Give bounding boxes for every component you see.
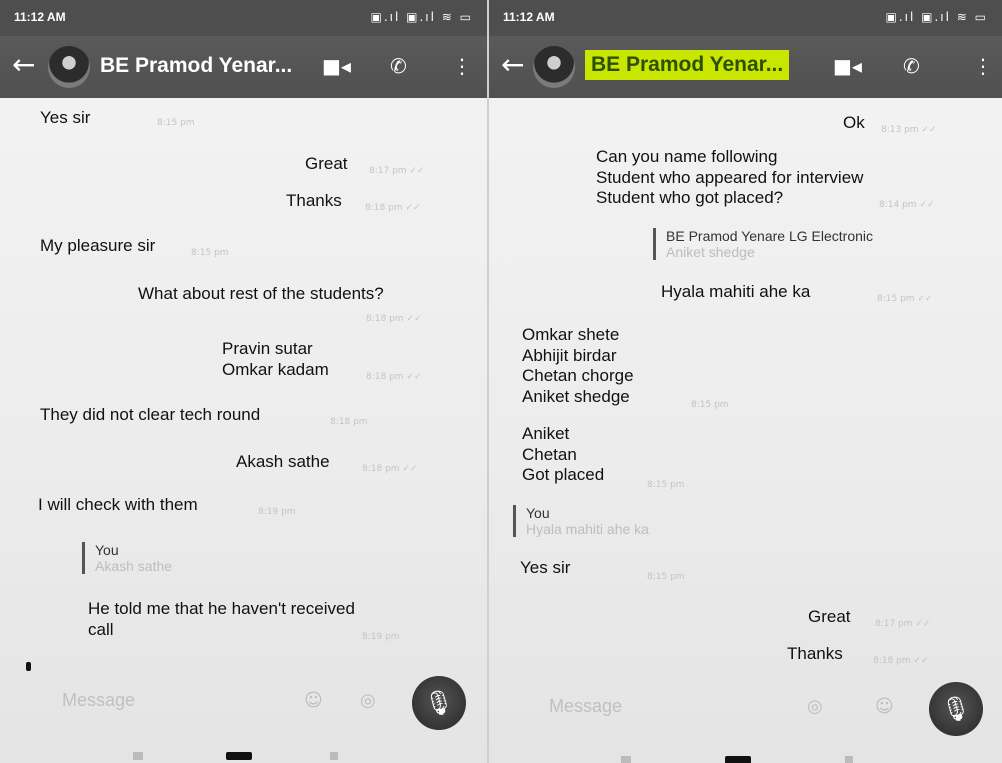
video-call-icon[interactable]: ■◂ [322,54,351,78]
message-time: 8:15 pm ✓✓ [877,294,933,304]
nav-recent-button[interactable] [133,752,143,760]
status-icons: ▣.ıl ▣.ıl ≋ ▭ [885,10,988,24]
nav-back-button[interactable] [330,752,338,760]
video-call-icon[interactable]: ■◂ [833,54,862,78]
message-text: Great [305,154,348,173]
message-time: 8:18 pm ✓✓ [362,464,418,474]
message-time: 8:18 pm ✓✓ [873,656,929,666]
message-text: Omkar shete Abhijit birdar Chetan chorge… [522,325,634,406]
message-time: 8:19 pm [362,632,400,642]
message-time: 8:18 pm ✓✓ [365,203,421,213]
quoted-reply: You Akash sathe [82,542,172,574]
nav-home-button[interactable] [226,752,252,760]
nav-back-button[interactable] [845,756,853,763]
back-arrow-icon[interactable]: ← [501,50,524,80]
status-icons: ▣.ıl ▣.ıl ≋ ▭ [370,10,473,24]
emoji-icon[interactable]: ☺ [875,696,894,717]
scroll-indicator [26,662,31,671]
phone-call-icon[interactable]: ✆ [903,54,920,78]
message-time: 8:17 pm ✓✓ [875,619,931,629]
message-text: Thanks [787,644,843,663]
microphone-icon[interactable]: 🎙 [412,676,466,730]
message-text: He told me that he haven't received call [88,599,355,639]
message-time: 8:13 pm ✓✓ [881,125,937,135]
status-time: 11:12 AM [14,10,66,24]
message-input[interactable]: Message [62,690,135,711]
quote-text: Aniket shedge [666,244,755,260]
status-bar: 11:12 AM ▣.ıl ▣.ıl ≋ ▭ [0,0,487,36]
message-text: Yes sir [40,108,91,127]
message-time: 8:15 pm [647,480,685,490]
nav-recent-button[interactable] [621,756,631,763]
microphone-icon[interactable]: 🎙 [929,682,983,736]
avatar[interactable] [48,46,90,88]
message-text: Great [808,607,851,626]
message-time: 8:18 pm ✓✓ [366,372,422,382]
message-time: 8:15 pm [691,400,729,410]
message-time: 8:18 pm ✓✓ [366,314,422,324]
chat-title[interactable]: BE Pramod Yenar... [100,54,292,78]
message-time: 8:15 pm [647,572,685,582]
quote-author: BE Pramod Yenare LG Electronic [666,228,874,244]
quote-text: Hyala mahiti ahe ka [526,521,649,537]
more-options-icon[interactable]: ⋮ [973,54,993,78]
message-text: Ok [843,113,865,132]
status-time: 11:12 AM [503,10,555,24]
camera-icon[interactable]: ◎ [807,696,823,717]
phone-call-icon[interactable]: ✆ [390,54,407,78]
emoji-icon[interactable]: ☺ [304,690,323,711]
quoted-reply: BE Pramod Yenare LG Electronic Aniket sh… [653,228,873,260]
left-phone-screen: 11:12 AM ▣.ıl ▣.ıl ≋ ▭ ← BE Pramod Yenar… [0,0,487,763]
quote-author: You [95,542,119,558]
message-time: 8:15 pm [157,118,195,128]
message-time: 8:15 pm [191,248,229,258]
message-text: What about rest of the students? [138,284,384,303]
message-time: 8:18 pm [330,417,368,427]
message-text: Hyala mahiti ahe ka [661,282,811,301]
quote-author: You [526,505,550,521]
chat-header: ← BE Pramod Yenar... ■◂ ✆ ⋮ [0,36,487,98]
back-arrow-icon[interactable]: ← [12,50,35,80]
more-options-icon[interactable]: ⋮ [452,54,472,78]
message-text: Pravin sutar Omkar kadam [222,339,329,379]
message-text: Can you name following Student who appea… [596,147,864,207]
message-text: Aniket Chetan Got placed [522,424,605,484]
message-time: 8:19 pm [258,507,296,517]
chat-title[interactable]: BE Pramod Yenar... [585,50,790,80]
message-text: I will check with them [38,495,198,514]
message-time: 8:17 pm ✓✓ [369,166,425,176]
camera-icon[interactable]: ◎ [360,690,376,711]
chat-header: ← BE Pramod Yenar... ■◂ ✆ ⋮ [489,36,1002,98]
message-text: Thanks [286,191,342,210]
quoted-reply: You Hyala mahiti ahe ka [513,505,649,537]
message-text: Akash sathe [236,452,330,471]
message-time: 8:14 pm ✓✓ [879,200,935,210]
avatar[interactable] [533,46,575,88]
message-text: Yes sir [520,558,571,577]
message-input[interactable]: Message [549,696,622,717]
quote-text: Akash sathe [95,558,173,574]
right-phone-screen: 11:12 AM ▣.ıl ▣.ıl ≋ ▭ ← BE Pramod Yenar… [489,0,1002,763]
nav-home-button[interactable] [725,756,751,763]
status-bar: 11:12 AM ▣.ıl ▣.ıl ≋ ▭ [489,0,1002,36]
message-text: They did not clear tech round [40,405,261,424]
message-text: My pleasure sir [40,236,156,255]
